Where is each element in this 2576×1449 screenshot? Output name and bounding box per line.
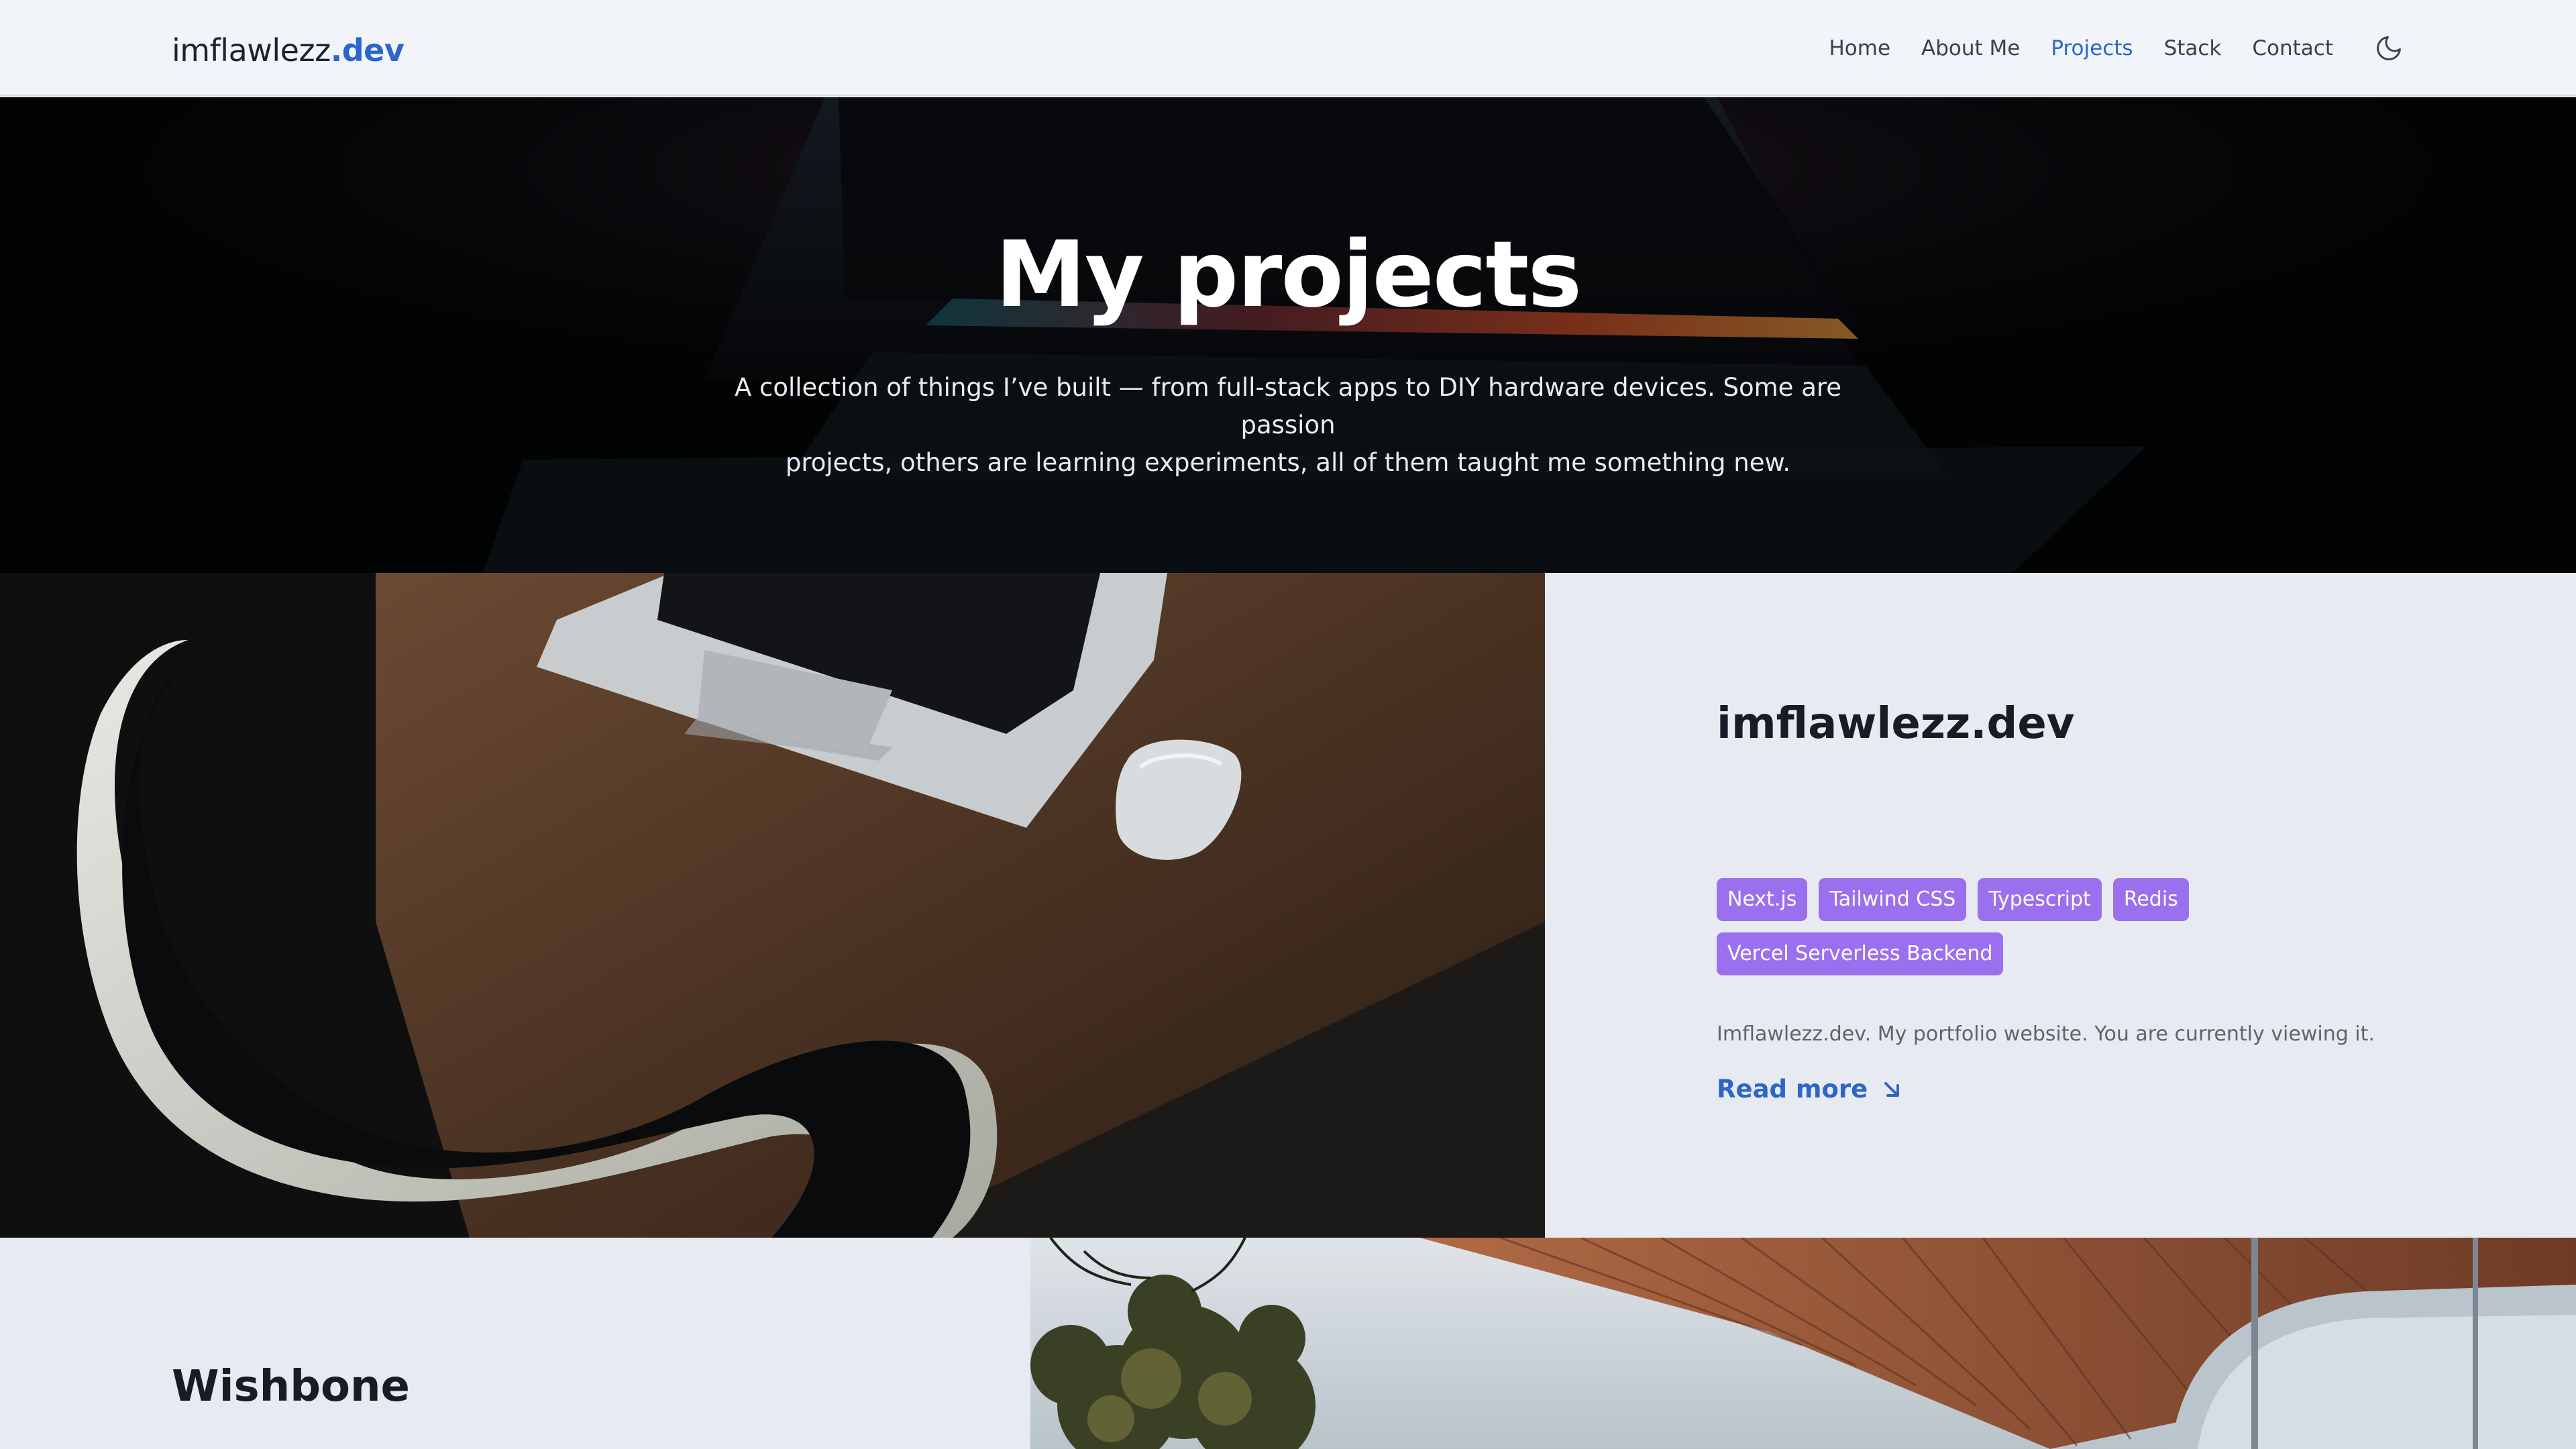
subtitle-line-2: projects, others are learning experiment… bbox=[785, 448, 1791, 477]
building-tree-photo bbox=[1030, 1238, 2576, 1449]
theme-toggle-button[interactable] bbox=[2372, 32, 2406, 65]
nav-link-stack[interactable]: Stack bbox=[2164, 36, 2222, 60]
top-navigation: imflawlezz.dev Home About Me Projects St… bbox=[0, 0, 2576, 96]
project-title: Wishbone bbox=[172, 1362, 410, 1411]
desk-laptop-photo bbox=[0, 573, 1545, 1238]
read-more-link[interactable]: Read more bbox=[1717, 1075, 1904, 1104]
nav-link-contact[interactable]: Contact bbox=[2252, 36, 2333, 60]
hero-section: My projects A collection of things I’ve … bbox=[0, 97, 2576, 573]
project-image-imflawlezz-dev bbox=[0, 573, 1545, 1238]
project-card-wishbone: Wishbone bbox=[0, 1238, 1030, 1449]
logo-main-text: imflawlezz bbox=[172, 32, 331, 68]
page-title: My projects bbox=[995, 222, 1582, 328]
nav-link-projects[interactable]: Projects bbox=[2051, 36, 2133, 60]
tag-typescript: Typescript bbox=[1978, 878, 2102, 921]
project-title: imflawlezz.dev bbox=[1717, 699, 2075, 749]
project-card-imflawlezz-dev: imflawlezz.dev Next.js Tailwind CSS Type… bbox=[1545, 573, 2576, 1238]
project-description: Imflawlezz.dev. My portfolio website. Yo… bbox=[1717, 1022, 2375, 1046]
logo-accent-text: .dev bbox=[330, 32, 405, 68]
subtitle-line-1: A collection of things I’ve built — from… bbox=[734, 373, 1842, 439]
nav-link-home[interactable]: Home bbox=[1829, 36, 1890, 60]
tag-vercel-serverless-backend: Vercel Serverless Backend bbox=[1717, 932, 2004, 975]
hero-background-image bbox=[0, 97, 2576, 573]
tag-redis: Redis bbox=[2112, 878, 2189, 921]
moon-icon bbox=[2377, 36, 2401, 60]
site-logo[interactable]: imflawlezz.dev bbox=[172, 32, 405, 68]
page-subtitle: A collection of things I’ve built — from… bbox=[698, 369, 1878, 482]
arrow-down-right-icon bbox=[1884, 1081, 1900, 1097]
read-more-label: Read more bbox=[1717, 1075, 1868, 1104]
tag-nextjs: Next.js bbox=[1717, 878, 1808, 921]
tag-tailwind-css: Tailwind CSS bbox=[1819, 878, 1967, 921]
project-image-wishbone bbox=[1030, 1238, 2576, 1449]
nav-links: Home About Me Projects Stack Contact bbox=[1829, 0, 2576, 96]
nav-link-about-me[interactable]: About Me bbox=[1921, 36, 2020, 60]
tech-tags: Next.js Tailwind CSS Typescript Redis Ve… bbox=[1717, 878, 2455, 987]
